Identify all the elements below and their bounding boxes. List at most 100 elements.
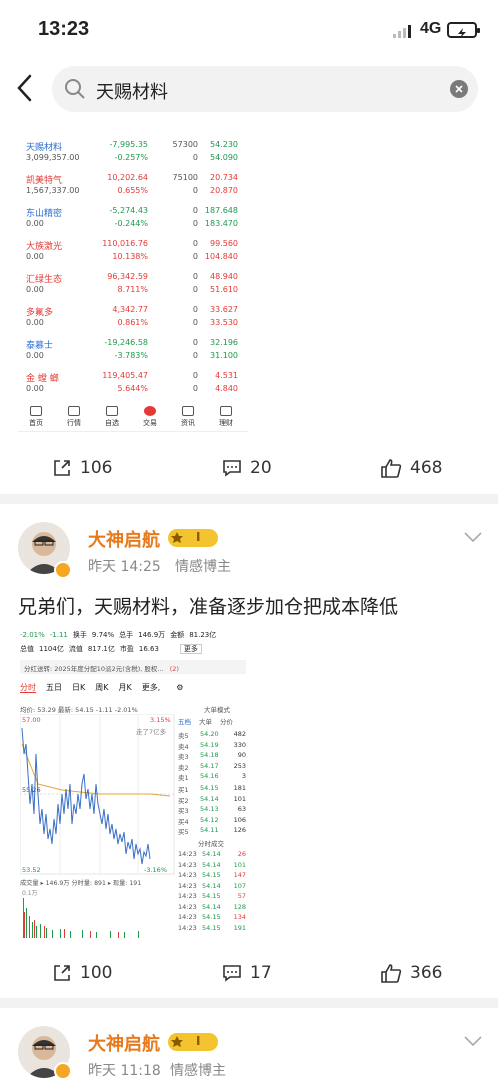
ob-label: 买1 (178, 786, 189, 794)
ask-row: 卖2 54.17 253 (178, 762, 248, 773)
stock-row[interactable]: 泰慕士 0.00 -19,246.58 -3.783% 0 0 32.196 31.100 (18, 336, 248, 372)
ob-label: 买2 (178, 796, 189, 805)
stock-row[interactable]: 汇绿生态 0.00 96,342.59 8.711% 0 0 48.940 51.610 (18, 270, 248, 306)
search-input[interactable]: 天赐材料 (52, 66, 478, 112)
share-button[interactable]: 106 (52, 458, 112, 478)
bid-row: 买2 54.14 101 (178, 795, 248, 806)
quote-stat: -2.01% (20, 631, 45, 639)
signal-icon (393, 25, 411, 38)
like-button[interactable]: 366 (380, 963, 442, 983)
ob-volume: 106 (233, 815, 246, 824)
post-image-stock-list[interactable]: 天赐材料 3,099,357.00 -7,995.35 -0.257% 57300 0 54… (18, 116, 248, 432)
tick-time: 14:23 (178, 923, 197, 932)
chart-tab[interactable]: 更多, (142, 683, 161, 692)
dividend-bar: 分红送转: 2025年度分配10派2元(含税), 股权... (2) (20, 660, 246, 674)
nav-item[interactable]: 交易 (132, 406, 168, 428)
stock-row[interactable]: 天赐材料 3,099,357.00 -7,995.35 -0.257% 57300 0 54… (18, 138, 248, 174)
level-label: I (196, 1034, 201, 1048)
chart-top-price: 57.00 (22, 716, 41, 724)
stock-change-pct: 5.644% (117, 384, 148, 393)
price-line: 均价: 53.29 最新: 54.15 -1.11 -2.01% (20, 706, 138, 714)
author-tag: 情感博主 (170, 1063, 226, 1079)
stock-row[interactable]: 凯美特气 1,567,337.00 10,202.64 0.655% 75100 0 20.… (18, 171, 248, 207)
stock-row[interactable]: 大族激光 0.00 110,016.76 10.138% 0 0 99.560 104.840 (18, 237, 248, 273)
author-name[interactable]: 大神启航 (88, 526, 160, 552)
stock-change-pct: -0.257% (114, 153, 148, 162)
chevron-down-icon[interactable] (462, 530, 484, 544)
nav-label: 理财 (219, 419, 233, 427)
stock-price: 187.648 (204, 206, 238, 215)
tick-time: 14:23 (178, 892, 197, 900)
quote-stat: 总手 (119, 631, 134, 639)
ob-label: 买5 (178, 828, 189, 836)
quote-header-2: 总值 1104亿 流值 817.1亿 市盈 16.63 更多 (20, 644, 207, 654)
stock-price: 20.734 (210, 173, 238, 182)
nav-item[interactable]: 理财 (208, 406, 244, 428)
orderbook-col[interactable]: 分价 (220, 718, 233, 726)
ob-price: 54.14 (200, 794, 219, 803)
tick-row: 14:23 54.14 107 (178, 882, 248, 893)
status-time: 13:23 (38, 18, 90, 40)
dividend-text: 分红送转: 2025年度分配10派2元(含税), 股权... (24, 665, 164, 673)
share-button[interactable]: 100 (52, 963, 112, 983)
search-header: 天赐材料 (0, 64, 498, 116)
comment-button[interactable]: 20 (222, 458, 272, 478)
chart-tab[interactable]: 月K (119, 683, 132, 692)
tick-volume: 57 (237, 892, 246, 900)
stock-sub: 1,567,337.00 (26, 186, 80, 195)
chart-tab[interactable]: 周K (95, 683, 108, 692)
stock-change: 96,342.59 (107, 272, 148, 281)
tick-time: 14:23 (178, 850, 197, 858)
nav-item[interactable]: 行情 (56, 406, 92, 428)
stock-change-pct: -0.244% (114, 219, 148, 228)
orderbook-col[interactable]: 大单 (199, 718, 212, 726)
stock-row[interactable]: 金 螳 螂 0.00 119,405.47 5.644% 0 0 4.531 4.840 (18, 369, 248, 405)
nav-item[interactable]: 资讯 (170, 406, 206, 428)
stock-name: 天赐材料 (26, 143, 63, 153)
search-query: 天赐材料 (96, 82, 168, 103)
chart-tab[interactable]: 五日 (46, 683, 62, 692)
tick-row: 14:23 54.15 147 (178, 871, 248, 882)
stock-price-2: 4.840 (215, 384, 238, 393)
chart-top-pct: 3.15% (150, 716, 171, 724)
verified-badge-icon (54, 561, 72, 579)
level-label: I (196, 530, 201, 544)
chart-tab[interactable]: 分时 (20, 683, 36, 693)
post-text: 兄弟们，天赐材料，准备逐步加仓把成本降低 (18, 596, 399, 618)
chevron-down-icon[interactable] (462, 1034, 484, 1048)
tick-price: 54.15 (202, 871, 221, 879)
level-badge: I (168, 529, 218, 547)
intraday-chart[interactable]: 57.00 3.15% 55.26 53.52 -3.16% 走了7亿多 (20, 714, 176, 876)
stock-price-2: 104.840 (204, 252, 238, 261)
quote-stat: 16.63 (138, 645, 159, 653)
ask-row: 卖3 54.18 90 (178, 751, 248, 762)
orderbook-title[interactable]: 五档 (178, 718, 191, 726)
stock-row[interactable]: 多氟多 0.00 4,342.77 0.861% 0 0 33.627 33.530 (18, 303, 248, 339)
tick-row: 14:23 54.15 134 (178, 913, 248, 924)
stock-name: 多氟多 (26, 308, 54, 318)
ob-price: 54.18 (200, 751, 219, 759)
gear-icon[interactable]: ⚙ (176, 683, 183, 692)
bid-row: 买1 54.15 181 (178, 784, 248, 795)
chart-bottom-price: 53.52 (22, 866, 41, 874)
stock-price-2: 20.870 (210, 186, 238, 195)
stock-change: 119,405.47 (102, 371, 148, 380)
chart-tab[interactable]: 日K (72, 683, 85, 692)
author-name[interactable]: 大神启航 (88, 1030, 160, 1056)
tick-price: 54.14 (202, 902, 221, 911)
post-image-stock-chart[interactable]: -2.01% -1.11 换手 9.74% 总手 146.9万 金额 81.23亿 总值 110… (18, 626, 248, 940)
post-actions: 100 17 366 (0, 955, 498, 995)
nav-item[interactable]: 自选 (94, 406, 130, 428)
nav-icon (30, 406, 42, 416)
stock-price: 32.196 (210, 338, 238, 347)
stock-sub: 0.00 (26, 351, 44, 360)
stock-row[interactable]: 东山精密 0.00 -5,274.43 -0.244% 0 0 187.648 183.470 (18, 204, 248, 240)
clear-icon[interactable] (450, 80, 468, 98)
comment-button[interactable]: 17 (222, 963, 272, 983)
tick-row: 14:23 54.15 191 (178, 924, 248, 935)
nav-item[interactable]: 首页 (18, 406, 54, 428)
ob-volume: 126 (233, 826, 246, 834)
like-button[interactable]: 468 (380, 458, 442, 478)
back-arrow-icon[interactable] (14, 72, 36, 104)
volume-line: 成交量 ▸ 146.9万 分时量: 891 ▸ 现量: 191 (20, 880, 142, 887)
